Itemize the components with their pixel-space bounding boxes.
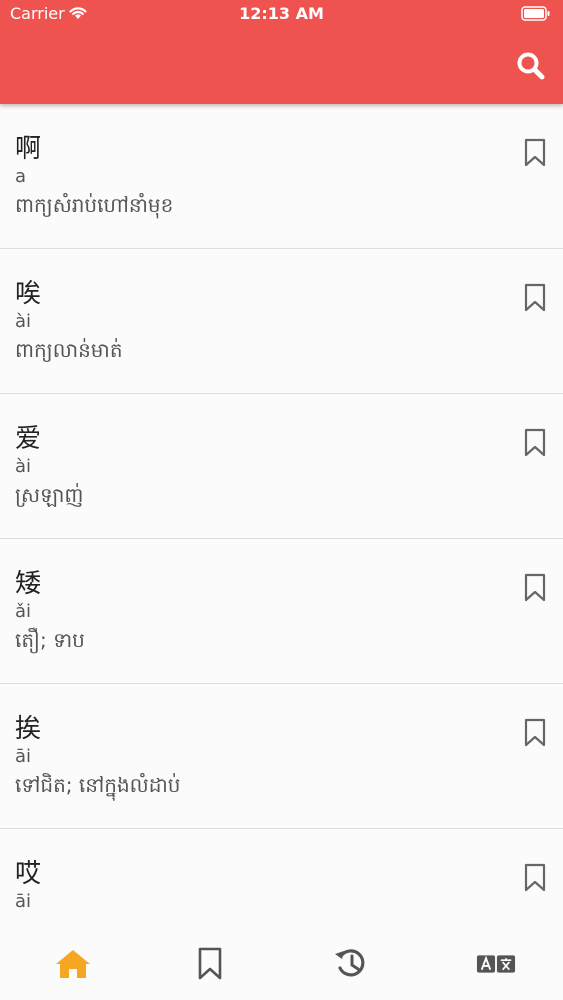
bookmark-icon[interactable] — [523, 573, 547, 603]
search-button[interactable] — [515, 50, 547, 82]
translate-icon — [476, 955, 516, 973]
word-text: 挨 — [15, 714, 42, 744]
bookmark-icon[interactable] — [523, 428, 547, 458]
list-item[interactable]: 挨 āi ទៅជិត; នៅក្នុងលំដាប់ — [0, 684, 563, 829]
tab-history[interactable] — [331, 944, 371, 984]
history-icon — [335, 949, 365, 977]
word-text: 爱 — [15, 424, 42, 454]
tab-home[interactable] — [53, 944, 93, 984]
pinyin-text: āi — [15, 746, 32, 767]
status-bar: Carrier 12:13 AM — [0, 0, 563, 28]
app-header: Carrier 12:13 AM — [0, 0, 563, 104]
battery-icon — [521, 6, 551, 25]
word-list[interactable]: 啊 a ពាក្យសំរាប់ហៅនាំមុខ 唉 ài ពាក្យលាន់មា… — [0, 104, 563, 930]
meaning-text: ស្រឡាញ់ — [15, 483, 84, 507]
bookmark-icon[interactable] — [523, 863, 547, 893]
list-item[interactable]: 唉 ài ពាក្យលាន់មាត់ — [0, 249, 563, 394]
tab-bookmarks[interactable] — [190, 944, 230, 984]
meaning-text: ទៅជិត; នៅក្នុងលំដាប់ — [15, 773, 181, 797]
meaning-text: តឿ; ទាប — [15, 628, 85, 652]
list-item[interactable]: 啊 a ពាក្យសំរាប់ហៅនាំមុខ — [0, 104, 563, 249]
bookmark-icon — [198, 947, 222, 980]
list-item[interactable]: 爱 ài ស្រឡាញ់ — [0, 394, 563, 539]
pinyin-text: ǎi — [15, 601, 32, 622]
meaning-text: ពាក្យសំរាប់ហៅនាំមុខ — [15, 193, 174, 217]
search-icon — [517, 52, 545, 80]
word-text: 唉 — [15, 279, 42, 309]
tab-bar — [0, 930, 563, 1000]
pinyin-text: ài — [15, 456, 32, 477]
word-text: 哎 — [15, 859, 42, 889]
tab-translate[interactable] — [476, 944, 516, 984]
bookmark-icon[interactable] — [523, 718, 547, 748]
bookmark-icon[interactable] — [523, 138, 547, 168]
word-text: 啊 — [15, 134, 42, 164]
home-icon — [56, 950, 90, 978]
list-item[interactable]: 哎 āi — [0, 829, 563, 930]
pinyin-text: āi — [15, 891, 32, 912]
bookmark-icon[interactable] — [523, 283, 547, 313]
list-item[interactable]: 矮 ǎi តឿ; ទាប — [0, 539, 563, 684]
pinyin-text: a — [15, 166, 27, 187]
status-time: 12:13 AM — [239, 4, 324, 23]
word-text: 矮 — [15, 569, 42, 599]
pinyin-text: ài — [15, 311, 32, 332]
meaning-text: ពាក្យលាន់មាត់ — [15, 338, 123, 362]
